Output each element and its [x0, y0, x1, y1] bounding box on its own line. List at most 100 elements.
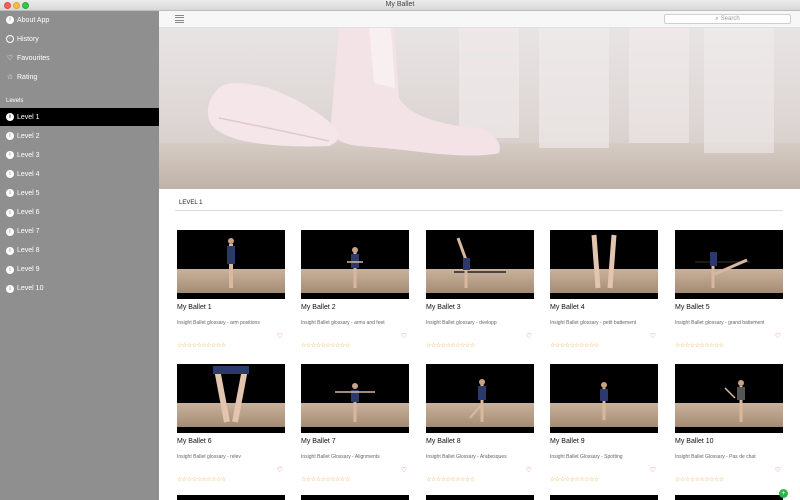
video-thumbnail[interactable] [301, 230, 409, 299]
rating-stars[interactable]: ☆☆☆☆☆☆☆☆☆☆ [550, 477, 599, 483]
video-card[interactable]: My Ballet 5 Insight Ballet glossary - gra… [675, 230, 783, 349]
favourite-heart-icon[interactable]: ♡ [650, 332, 656, 340]
info-icon: i [6, 227, 14, 236]
video-thumbnail[interactable] [177, 364, 285, 433]
rating-stars[interactable]: ☆☆☆☆☆☆☆☆☆☆ [675, 343, 724, 349]
rating-stars[interactable]: ☆☆☆☆☆☆☆☆☆☆ [426, 477, 475, 483]
video-card[interactable]: My Ballet 8 Insight Ballet Glossary - Ara… [426, 364, 534, 483]
sidebar-item-label: Level 4 [17, 170, 40, 178]
favourite-heart-icon[interactable]: ♡ [775, 332, 781, 340]
sidebar-item-label: Level 2 [17, 132, 40, 140]
video-thumbnail-partial[interactable] [550, 495, 658, 500]
sidebar-item-about-app[interactable]: i About App [0, 11, 159, 29]
video-thumbnail[interactable] [301, 364, 409, 433]
search-field[interactable]: ⌕ Search [664, 14, 791, 24]
video-thumbnail[interactable] [550, 364, 658, 433]
video-card[interactable]: My Ballet 9 Insight Ballet Glossary - Spo… [550, 364, 658, 483]
sidebar-item-level-8[interactable]: i Level 8 [0, 242, 159, 260]
video-subtitle: Insight Ballet glossary - relev [177, 454, 241, 460]
rating-stars[interactable]: ☆☆☆☆☆☆☆☆☆☆ [301, 343, 350, 349]
video-card[interactable]: My Ballet 3 Insight Ballet glossary - dve… [426, 230, 534, 349]
video-subtitle: Insight Ballet glossary - arms and feet [301, 320, 385, 326]
sidebar-item-label: History [17, 35, 39, 43]
video-subtitle: Insight Ballet glossary - arm positions [177, 320, 260, 326]
favourite-heart-icon[interactable]: ♡ [775, 466, 781, 474]
video-subtitle: Insight Ballet glossary - petit battemen… [550, 320, 637, 326]
plus-icon: + [781, 490, 786, 497]
sidebar-item-label: Level 6 [17, 209, 40, 216]
favourite-heart-icon[interactable]: ♡ [401, 466, 407, 474]
sidebar-item-level-7[interactable]: i Level 7 [0, 223, 159, 241]
video-thumbnail[interactable] [177, 230, 285, 299]
list-icon[interactable] [175, 15, 184, 24]
search-placeholder: Search [720, 16, 740, 22]
video-title: My Ballet 5 [675, 304, 710, 311]
rating-stars[interactable]: ☆☆☆☆☆☆☆☆☆☆ [301, 477, 350, 483]
favourite-heart-icon[interactable]: ♡ [277, 466, 283, 474]
favourite-heart-icon[interactable]: ♡ [526, 466, 532, 474]
rating-stars[interactable]: ☆☆☆☆☆☆☆☆☆☆ [675, 477, 724, 483]
info-icon: i [6, 284, 14, 293]
video-thumbnail[interactable] [550, 230, 658, 299]
favourite-heart-icon[interactable]: ♡ [526, 332, 532, 340]
info-icon: i [6, 170, 14, 179]
sidebar-item-level-6[interactable]: i Level 6 [0, 204, 159, 222]
info-icon: i [6, 189, 14, 198]
sidebar-item-level-5[interactable]: i Level 5 [0, 184, 159, 202]
video-title: My Ballet 2 [301, 304, 336, 311]
video-card[interactable]: My Ballet 7 Insight Ballet Glossary - Ali… [301, 364, 409, 483]
info-icon: i [6, 16, 14, 24]
clock-icon: · [6, 35, 14, 43]
sidebar-item-level-10[interactable]: i Level 10 [0, 280, 159, 298]
rating-stars[interactable]: ☆☆☆☆☆☆☆☆☆☆ [550, 343, 599, 349]
video-thumbnail-partial[interactable] [301, 495, 409, 500]
video-thumbnail[interactable] [675, 230, 783, 299]
video-subtitle: Insight Ballet glossary - dvelopp [426, 320, 497, 326]
heart-icon: ♡ [6, 55, 14, 62]
video-title: My Ballet 3 [426, 304, 461, 311]
video-card[interactable]: My Ballet 6 Insight Ballet glossary - rel… [177, 364, 285, 483]
video-title: My Ballet 7 [301, 438, 336, 445]
info-icon: i [6, 265, 14, 274]
video-thumbnail[interactable] [426, 230, 534, 299]
video-title: My Ballet 8 [426, 438, 461, 445]
video-thumbnail-partial[interactable] [426, 495, 534, 500]
video-thumbnail-partial[interactable] [675, 495, 783, 500]
sidebar-item-level-3[interactable]: i Level 3 [0, 146, 159, 164]
window-title: My Ballet [385, 1, 415, 8]
rating-stars[interactable]: ☆☆☆☆☆☆☆☆☆☆ [177, 477, 226, 483]
sidebar-item-label: Rating [17, 73, 38, 81]
sidebar-item-label: Favourites [17, 54, 50, 62]
sidebar-item-rating[interactable]: ☆ Rating [0, 68, 159, 86]
star-icon: ☆ [6, 74, 14, 81]
sidebar-item-level-9[interactable]: i Level 9 [0, 261, 159, 279]
sidebar-item-favourites[interactable]: ♡ Favourites [0, 49, 159, 67]
rating-stars[interactable]: ☆☆☆☆☆☆☆☆☆☆ [426, 343, 475, 349]
toolbar: ⌕ Search [159, 11, 800, 28]
video-thumbnail[interactable] [426, 364, 534, 433]
rating-stars[interactable]: ☆☆☆☆☆☆☆☆☆☆ [177, 343, 226, 349]
favourite-heart-icon[interactable]: ♡ [650, 466, 656, 474]
video-thumbnail[interactable] [675, 364, 783, 433]
sidebar-item-label: Level 5 [17, 189, 40, 197]
video-card[interactable]: My Ballet 10 Insight Ballet Glossary - Pa… [675, 364, 783, 483]
favourite-heart-icon[interactable]: ♡ [277, 332, 283, 340]
video-card[interactable]: My Ballet 2 Insight Ballet glossary - arm… [301, 230, 409, 349]
video-card[interactable]: My Ballet 1 Insight Ballet glossary - arm… [177, 230, 285, 349]
sidebar: i About App · History ♡ Favourites ☆ Rat… [0, 11, 159, 500]
video-thumbnail-partial[interactable] [177, 495, 285, 500]
level-title: LEVEL 1 [179, 200, 203, 206]
favourite-heart-icon[interactable]: ♡ [401, 332, 407, 340]
sidebar-item-level-2[interactable]: i Level 2 [0, 127, 159, 145]
video-title: My Ballet 10 [675, 438, 714, 445]
sidebar-item-label: Level 7 [17, 228, 40, 236]
hero-banner-image [159, 28, 800, 189]
video-subtitle: Insight Ballet Glossary - Pas de chat [675, 454, 756, 460]
add-button[interactable]: + [779, 489, 788, 498]
sidebar-item-history[interactable]: · History [0, 30, 159, 48]
sidebar-item-level-1[interactable]: i Level 1 [0, 108, 159, 126]
info-icon: i [6, 246, 14, 255]
video-card[interactable]: My Ballet 4 Insight Ballet glossary - pet… [550, 230, 658, 349]
sidebar-item-label: Level 8 [17, 247, 40, 255]
sidebar-item-level-4[interactable]: i Level 4 [0, 165, 159, 183]
